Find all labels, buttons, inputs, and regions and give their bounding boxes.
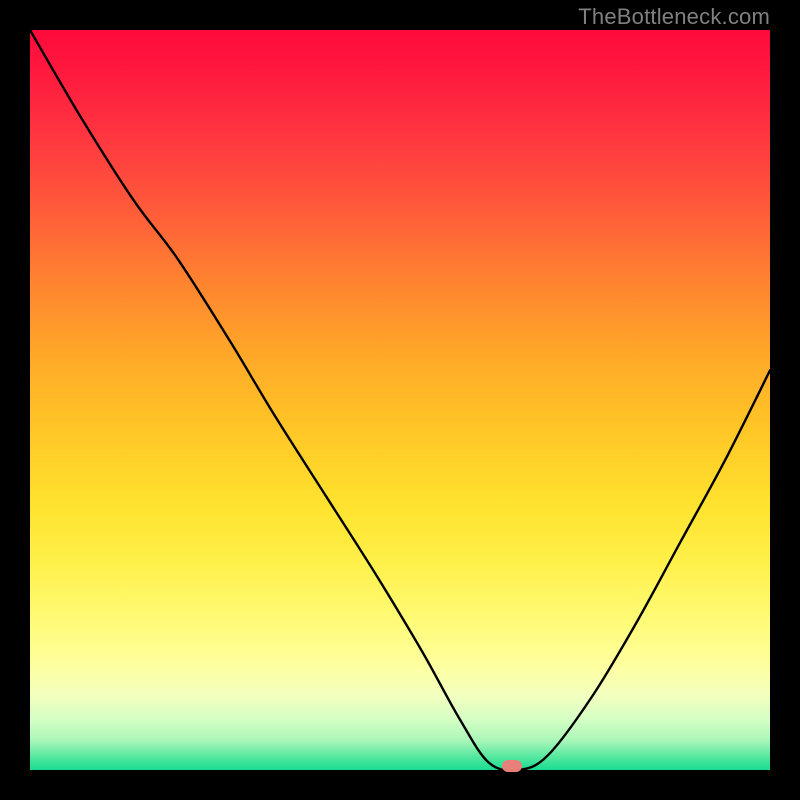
optimal-point-marker [502,760,522,772]
chart-frame: TheBottleneck.com [0,0,800,800]
plot-area [30,30,770,770]
curve-svg [30,30,770,770]
bottleneck-curve [30,30,770,771]
watermark-text: TheBottleneck.com [578,4,770,30]
